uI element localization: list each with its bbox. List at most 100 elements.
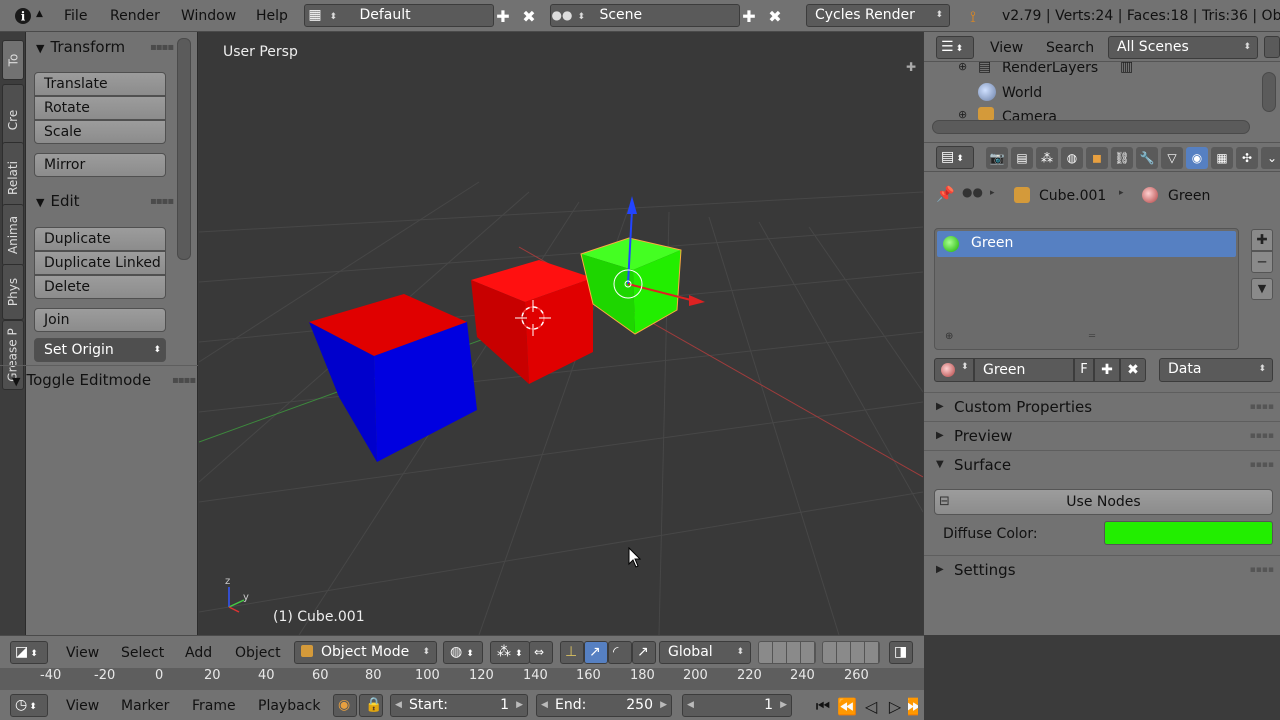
rotate-button[interactable]: Rotate [34,96,166,120]
edit-panel-header[interactable]: ▼ Edit [36,192,80,210]
material-slot-list[interactable]: Green ⊕ ═ [934,228,1239,350]
drag-grip-icon[interactable]: ▪▪▪▪ [150,196,174,207]
outliner-vscrollbar[interactable] [1262,72,1276,112]
particles-tab-icon[interactable]: ✣ [1236,147,1258,169]
scene-selector[interactable]: ●● ⬍ Scene [550,4,740,27]
outliner-hscrollbar[interactable] [932,120,1250,134]
menu-object[interactable]: Object [235,645,281,661]
play-reverse-icon[interactable]: ◁ [860,695,882,717]
custom-properties-panel-header[interactable]: ▶ Custom Properties ▪▪▪▪ [924,392,1280,420]
add-scene-icon[interactable]: ✚ [738,5,760,27]
outliner-menu-search[interactable]: Search [1046,40,1094,56]
toggle-region-icon[interactable]: ✚ [906,60,916,74]
drag-grip-icon[interactable]: ▪▪▪▪ [172,375,196,386]
timeline-ruler[interactable] [0,668,924,690]
current-frame-field[interactable]: ◀ 1 ▶ [682,694,792,717]
pin-icon[interactable]: 📌 [936,185,955,203]
3d-view-editor-type[interactable]: ◪ ⬍ [10,641,48,664]
add-screen-icon[interactable]: ✚ [492,5,514,27]
end-frame-field[interactable]: ◀ End: 250 ▶ [536,694,672,717]
menu-select[interactable]: Select [121,645,164,661]
list-resize-grip-icon[interactable]: ═ [1089,331,1095,342]
properties-editor-type[interactable]: ▤ ⬍ [936,146,974,169]
drag-grip-icon[interactable]: ▪▪▪▪ [1250,393,1274,421]
toggle-editmode-panel-header[interactable]: ▼ Toggle Editmode [12,371,151,389]
info-editor-icon[interactable]: i [12,5,34,27]
duplicate-button[interactable]: Duplicate [34,227,166,251]
tab-tools[interactable]: To [2,40,24,80]
unlink-material-icon[interactable]: ✖ [1120,358,1146,382]
prev-keyframe-icon[interactable]: ⏪ [836,695,858,717]
drag-grip-icon[interactable]: ▪▪▪▪ [1250,451,1274,479]
decrement-icon[interactable]: ◀ [687,695,694,716]
remove-material-slot-icon[interactable]: − [1251,251,1273,273]
drag-grip-icon[interactable]: ▪▪▪▪ [1250,422,1274,450]
transform-orientation-dropdown[interactable]: Global ⬍ [659,641,751,664]
drag-grip-icon[interactable]: ▪▪▪▪ [1250,556,1274,584]
interaction-mode-dropdown[interactable]: Object Mode ⬍ [294,641,437,664]
manipulator-toggle-icon[interactable]: ⇔ [529,641,553,664]
menu-help[interactable]: Help [256,8,288,24]
material-slot-item[interactable]: Green [937,231,1236,257]
mirror-button[interactable]: Mirror [34,153,166,177]
layers-grid-2[interactable] [822,641,880,664]
start-frame-field[interactable]: ◀ Start: 1 ▶ [390,694,528,717]
jump-start-icon[interactable]: ⏮ [812,695,834,717]
drag-grip-icon[interactable]: ▪▪▪▪ [150,42,174,53]
world-tab-icon[interactable]: ◍ [1061,147,1083,169]
increment-icon[interactable]: ▶ [516,695,523,716]
translate-button[interactable]: Translate [34,72,166,96]
3d-viewport[interactable]: z y User Persp (1) Cube.001 ✚ [199,32,923,635]
timeline-editor-type[interactable]: ◷ ⬍ [10,694,48,717]
decrement-icon[interactable]: ◀ [541,695,548,716]
set-origin-dropdown[interactable]: Set Origin ⬍ [34,338,166,362]
menu-render[interactable]: Render [110,8,160,24]
add-filter-icon[interactable]: ⊕ [945,331,953,342]
scale-manipulator-icon[interactable]: ↗ [632,641,656,664]
z-arrow-icon[interactable] [627,196,637,214]
menu-file[interactable]: File [64,8,87,24]
timeline-menu-playback[interactable]: Playback [258,698,320,714]
delete-screen-icon[interactable]: ✖ [518,5,540,27]
delete-button[interactable]: Delete [34,275,166,299]
outliner-filter-dropdown[interactable]: All Scenes ⬍ [1108,36,1258,59]
lock-camera-icon[interactable]: ◨ [889,641,913,664]
expand-icon[interactable]: ⊕ [958,62,967,73]
pivot-point-dropdown[interactable]: ⁂ ⬍ [490,641,530,664]
duplicate-linked-button[interactable]: Duplicate Linked [34,251,166,275]
render-tab-icon[interactable]: 📷 [986,147,1008,169]
diffuse-color-swatch[interactable] [1104,521,1273,545]
delete-scene-icon[interactable]: ✖ [764,5,786,27]
settings-panel-header[interactable]: ▶ Settings ▪▪▪▪ [924,555,1280,583]
render-layers-tab-icon[interactable]: ▤ [1011,147,1033,169]
menu-view[interactable]: View [66,645,99,661]
timeline-menu-marker[interactable]: Marker [121,698,169,714]
decrement-icon[interactable]: ◀ [395,695,402,716]
timeline-menu-frame[interactable]: Frame [192,698,236,714]
manipulator-icon[interactable]: ⊥ [560,641,584,664]
outliner-menu-view[interactable]: View [990,40,1023,56]
object-tab-icon[interactable]: ◼ [1086,147,1108,169]
use-nodes-button[interactable]: ⊟ Use Nodes [934,489,1273,515]
modifiers-tab-icon[interactable]: 🔧 [1136,147,1158,169]
slot-specials-icon[interactable]: ▼ [1251,278,1273,300]
screen-layout-selector[interactable]: ▦ ⬍ Default [304,4,494,27]
tool-shelf-scrollbar[interactable] [177,38,191,260]
render-engine-selector[interactable]: Cycles Render ⬍ [806,4,950,27]
material-tab-icon[interactable]: ◉ [1186,147,1208,169]
menu-add[interactable]: Add [185,645,212,661]
editor-type-chevron-icon[interactable]: ▲ [36,9,43,19]
physics-tab-icon[interactable]: ⌄ [1261,147,1280,169]
constraints-tab-icon[interactable]: ⛓ [1111,147,1133,169]
transform-panel-header[interactable]: ▼ Transform [36,38,125,56]
new-material-icon[interactable]: ✚ [1094,358,1120,382]
viewport-shading-dropdown[interactable]: ◍ ⬍ [443,641,483,664]
keying-icon[interactable]: ◉ [333,694,357,717]
tab-animation[interactable]: Anima [2,204,24,266]
preview-panel-header[interactable]: ▶ Preview ▪▪▪▪ [924,421,1280,449]
next-keyframe-icon[interactable]: ⏩ [908,695,918,717]
texture-tab-icon[interactable]: ▦ [1211,147,1233,169]
layers-grid-1[interactable] [758,641,816,664]
browse-material-icon[interactable]: ⬍ [934,358,974,382]
join-button[interactable]: Join [34,308,166,332]
